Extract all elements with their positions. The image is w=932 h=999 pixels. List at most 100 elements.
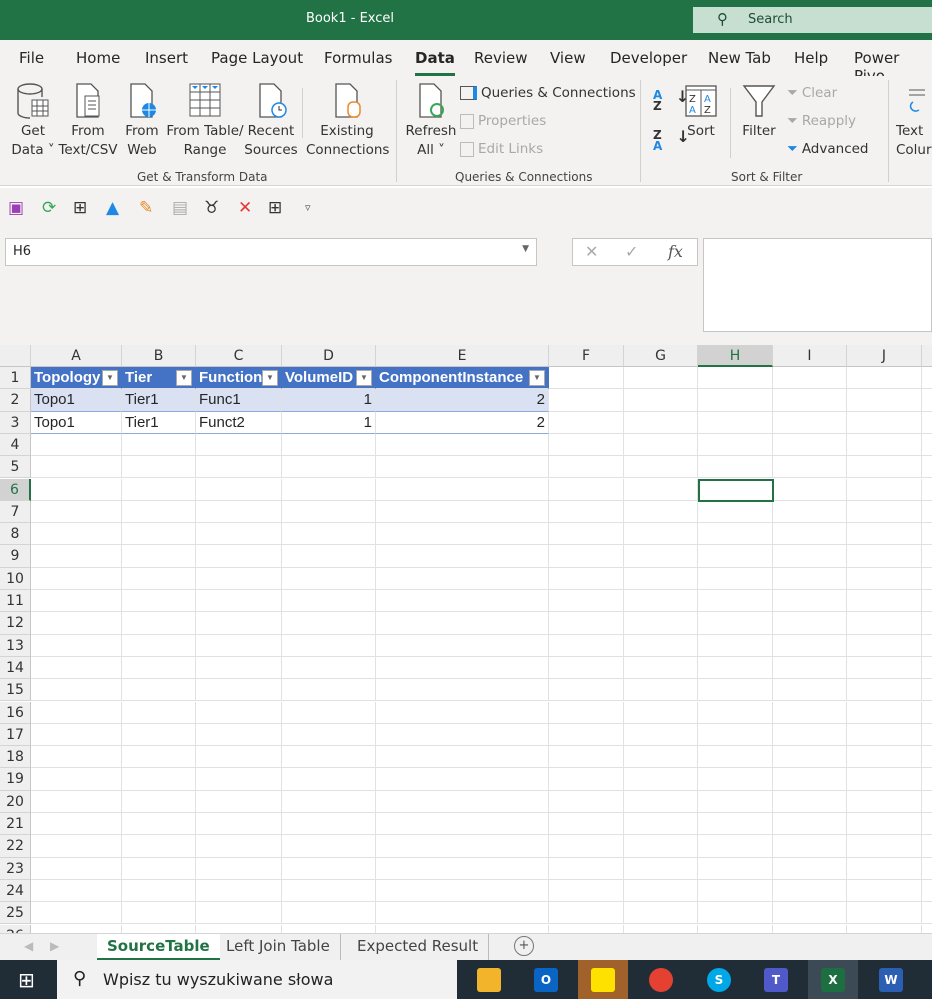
row-header-6[interactable]: 6 xyxy=(0,478,31,501)
cell[interactable] xyxy=(31,746,122,769)
cell[interactable] xyxy=(698,924,773,933)
refresh-file-icon[interactable]: ⟳ xyxy=(42,198,56,218)
menu-tab-developer[interactable]: Developer xyxy=(610,49,687,67)
cell[interactable] xyxy=(376,590,549,613)
cell[interactable] xyxy=(282,813,376,836)
from-text-csv-button[interactable]: From Text/CSV xyxy=(58,82,118,160)
cell[interactable] xyxy=(773,924,847,933)
sheet-tab-left-join-table[interactable]: Left Join Table xyxy=(216,934,341,960)
piggy-bank-icon[interactable]: ♉ xyxy=(204,198,219,218)
cell[interactable] xyxy=(922,858,932,880)
cell[interactable] xyxy=(31,679,122,702)
cell[interactable] xyxy=(282,902,376,925)
cell[interactable] xyxy=(122,634,196,657)
cell[interactable] xyxy=(773,389,847,412)
cell[interactable] xyxy=(922,746,932,769)
filter-dropdown-icon[interactable]: ▼ xyxy=(529,370,545,386)
table-cell[interactable]: Topo1 xyxy=(31,389,122,412)
cell[interactable] xyxy=(922,568,932,590)
cell[interactable] xyxy=(847,634,922,657)
table-cell[interactable]: Funct2 xyxy=(196,411,282,434)
cell[interactable] xyxy=(282,701,376,724)
cell[interactable] xyxy=(282,456,376,479)
clear-button[interactable]: ⏷ Clear xyxy=(787,85,837,101)
cone-icon[interactable]: ▲ xyxy=(106,198,119,218)
from-table-range-button[interactable]: From Table/Range xyxy=(166,82,244,160)
advanced-button[interactable]: ⏷ Advanced xyxy=(787,141,869,157)
cell[interactable] xyxy=(922,925,932,934)
cell[interactable] xyxy=(376,879,549,903)
cell[interactable] xyxy=(773,433,847,457)
row-header-20[interactable]: 20 xyxy=(0,790,31,813)
row-header-8[interactable]: 8 xyxy=(0,523,31,546)
column-header-e[interactable]: E xyxy=(376,345,549,367)
cell[interactable] xyxy=(624,813,698,836)
cell[interactable] xyxy=(282,634,376,657)
cell[interactable] xyxy=(549,723,624,747)
scroll-left-icon[interactable]: ◀ xyxy=(24,939,33,953)
cell[interactable] xyxy=(122,567,196,590)
file-explorer-icon[interactable] xyxy=(464,960,514,999)
cell[interactable] xyxy=(549,500,624,524)
reapply-button[interactable]: ⏷ Reapply xyxy=(787,113,856,129)
cell[interactable] xyxy=(122,768,196,791)
from-web-button[interactable]: From Web xyxy=(122,82,162,160)
column-header-f[interactable]: F xyxy=(549,345,624,367)
table-cell[interactable]: Tier1 xyxy=(122,389,196,412)
filter-dropdown-icon[interactable]: ▼ xyxy=(356,370,372,386)
cell[interactable] xyxy=(282,790,376,813)
cell[interactable] xyxy=(122,790,196,813)
cell[interactable] xyxy=(922,367,932,390)
cell[interactable] xyxy=(773,835,847,858)
cell[interactable] xyxy=(624,634,698,657)
cell[interactable] xyxy=(698,813,773,836)
cell[interactable] xyxy=(773,746,847,769)
table-header-componentinstance[interactable]: ComponentInstance ▼ xyxy=(376,367,549,390)
cell[interactable] xyxy=(773,590,847,613)
cell[interactable] xyxy=(773,478,847,501)
cell[interactable] xyxy=(122,902,196,925)
cell[interactable] xyxy=(196,590,282,613)
cell[interactable] xyxy=(282,612,376,635)
row-header-11[interactable]: 11 xyxy=(0,590,31,613)
cell[interactable] xyxy=(376,813,549,836)
cell[interactable] xyxy=(31,723,122,747)
cell[interactable] xyxy=(773,857,847,880)
cell[interactable] xyxy=(624,590,698,613)
edit-links-button[interactable]: Edit Links xyxy=(460,141,543,157)
row-header-23[interactable]: 23 xyxy=(0,857,31,880)
cell[interactable] xyxy=(282,924,376,933)
table-cell[interactable]: Topo1 xyxy=(31,411,122,434)
excel-icon[interactable]: X xyxy=(808,960,858,999)
cell[interactable] xyxy=(549,813,624,836)
cell[interactable] xyxy=(698,545,773,568)
cell[interactable] xyxy=(922,702,932,724)
cell[interactable] xyxy=(549,411,624,434)
cell[interactable] xyxy=(376,790,549,813)
cell[interactable] xyxy=(698,701,773,724)
cell[interactable] xyxy=(624,902,698,925)
cell[interactable] xyxy=(847,790,922,813)
cell[interactable] xyxy=(196,746,282,769)
cell[interactable] xyxy=(847,857,922,880)
cell[interactable] xyxy=(549,389,624,412)
column-header-h[interactable]: H xyxy=(698,345,773,367)
hierarchy-icon-2[interactable]: ⊞ xyxy=(268,198,282,218)
cell[interactable] xyxy=(847,746,922,769)
chevron-down-icon[interactable]: ▼ xyxy=(522,244,529,254)
cell[interactable] xyxy=(698,656,773,680)
cell[interactable] xyxy=(196,790,282,813)
cell[interactable] xyxy=(922,612,932,635)
cell[interactable] xyxy=(624,835,698,858)
cell[interactable] xyxy=(122,924,196,933)
cell[interactable] xyxy=(698,768,773,791)
cell[interactable] xyxy=(698,523,773,546)
cell[interactable] xyxy=(31,545,122,568)
cell[interactable] xyxy=(773,545,847,568)
cell[interactable] xyxy=(847,902,922,925)
cell[interactable] xyxy=(282,590,376,613)
cell[interactable] xyxy=(376,768,549,791)
table-cell[interactable]: Tier1 xyxy=(122,411,196,434)
cell[interactable] xyxy=(698,433,773,457)
menu-tab-home[interactable]: Home xyxy=(76,49,120,67)
